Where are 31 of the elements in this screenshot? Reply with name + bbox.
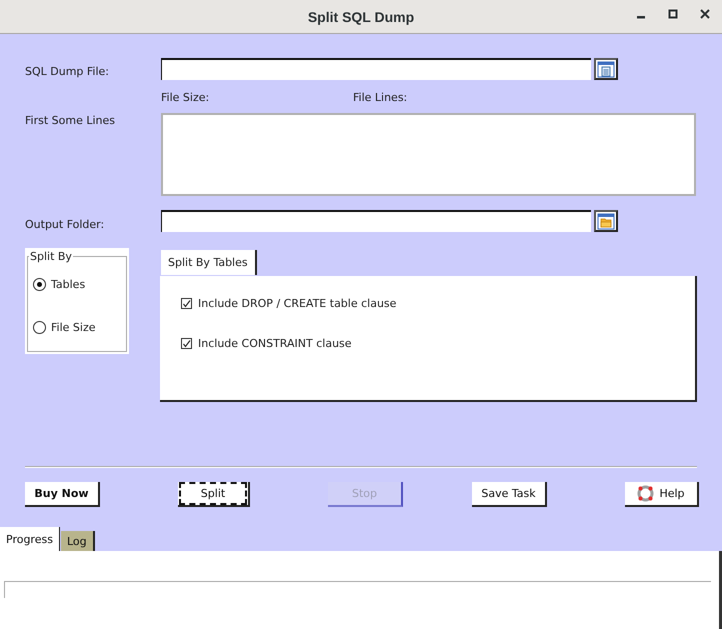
bottom-tab[interactable]: Log: [61, 531, 95, 552]
checkbox-option[interactable]: Include CONSTRAINT clause: [181, 337, 352, 350]
close-icon[interactable]: [700, 9, 710, 19]
file-browse-button[interactable]: [594, 58, 618, 80]
lifebuoy-icon: [637, 485, 654, 502]
checkbox[interactable]: [181, 298, 192, 309]
checkbox[interactable]: [181, 338, 192, 349]
group-title: Split By: [29, 250, 73, 263]
document-icon: [597, 60, 615, 78]
radio-option[interactable]: Tables: [33, 278, 86, 291]
folder-icon: [597, 212, 615, 230]
file-info-label: File Size:: [161, 91, 210, 104]
action-button[interactable]: Save Task: [472, 482, 547, 507]
field-label: Output Folder:: [25, 218, 104, 231]
output-folder-field[interactable]: [161, 210, 591, 232]
checkbox-option[interactable]: Include DROP / CREATE table clause: [181, 297, 396, 310]
options-tab[interactable]: Split By Tables: [161, 250, 257, 275]
maximize-icon[interactable]: [668, 9, 678, 19]
bottom-tab[interactable]: Progress: [0, 527, 60, 551]
radio-option[interactable]: File Size: [33, 321, 96, 334]
radio-button[interactable]: [33, 278, 46, 291]
radio-button[interactable]: [33, 321, 46, 334]
file-info-label: File Lines:: [353, 91, 408, 104]
field-label: SQL Dump File:: [25, 65, 110, 78]
window-title: Split SQL Dump: [308, 8, 414, 24]
sql-dump-file-field[interactable]: [161, 58, 591, 80]
action-button[interactable]: Buy Now: [25, 482, 100, 507]
folder-browse-button[interactable]: [594, 210, 618, 232]
action-button[interactable]: Split: [178, 482, 250, 507]
field-label: First Some Lines: [25, 114, 115, 127]
help-button[interactable]: Help: [625, 482, 699, 507]
